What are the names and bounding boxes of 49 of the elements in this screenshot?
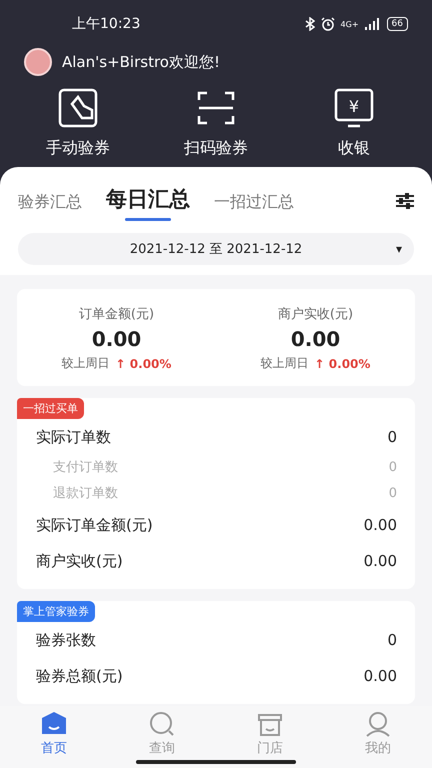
metric-label: 订单金额(元)	[78, 306, 154, 323]
action-button[interactable]: 手动验券	[28, 88, 128, 159]
battery-indicator: 66	[386, 17, 408, 31]
row-label: 验券张数	[36, 630, 96, 650]
metric-value: 0.00	[92, 327, 142, 351]
compare-label: 较上周日	[62, 355, 110, 372]
nav-tab[interactable]: 首页	[0, 710, 108, 768]
row-label: 验券总额(元)	[36, 666, 123, 686]
metric-label: 商户实收(元)	[278, 306, 354, 323]
row-label: 退款订单数	[53, 485, 118, 503]
row-label: 实际订单数	[36, 427, 111, 447]
summary-tab[interactable]: 一招过汇总	[214, 192, 294, 221]
action-button[interactable]: ¥ 收银	[304, 88, 404, 159]
row-value: 0.00	[364, 551, 397, 571]
network-label: 4G+	[340, 20, 359, 28]
status-time: 上午10:23	[72, 15, 140, 33]
user-icon	[365, 711, 391, 737]
row-value: 0	[388, 485, 397, 503]
row-value: 0	[388, 459, 397, 477]
nav-tab[interactable]: 查询	[108, 710, 216, 768]
summary-tab[interactable]: 每日汇总	[106, 185, 190, 221]
nav-tab[interactable]: 我的	[324, 710, 432, 768]
signal-icon	[364, 18, 381, 30]
row-value: 0.00	[364, 515, 397, 535]
store-icon	[257, 711, 283, 737]
search-icon	[149, 711, 175, 737]
metric-value: 0.00	[290, 327, 340, 351]
alarm-icon	[320, 17, 335, 31]
section-tag: 掌上管家验券	[17, 601, 95, 622]
home-icon	[41, 711, 67, 737]
nav-tab[interactable]: 门店	[216, 710, 324, 768]
bluetooth-icon	[304, 17, 315, 31]
row-value: 0.00	[364, 666, 397, 686]
row-label: 支付订单数	[53, 459, 118, 477]
dropdown-caret: ▾	[396, 242, 402, 256]
summary-tab[interactable]: 验券汇总	[18, 192, 82, 221]
date-range-picker[interactable]: 2021-12-12 至 2021-12-12 ▾	[18, 233, 414, 265]
filter-icon[interactable]	[396, 193, 414, 209]
section-tag: 一招过买单	[17, 398, 84, 419]
action-button[interactable]: 扫码验券	[166, 88, 266, 159]
change-value: ↑ 0.00%	[116, 356, 172, 370]
row-label: 商户实收(元)	[36, 551, 123, 571]
change-value: ↑ 0.00%	[314, 356, 370, 370]
greeting-text: Alan's+Birstro欢迎您!	[62, 52, 220, 72]
compare-label: 较上周日	[260, 355, 309, 372]
row-value: 0	[387, 427, 397, 447]
row-value: 0	[387, 630, 397, 650]
row-label: 实际订单金额(元)	[36, 515, 153, 535]
avatar[interactable]	[24, 48, 52, 76]
